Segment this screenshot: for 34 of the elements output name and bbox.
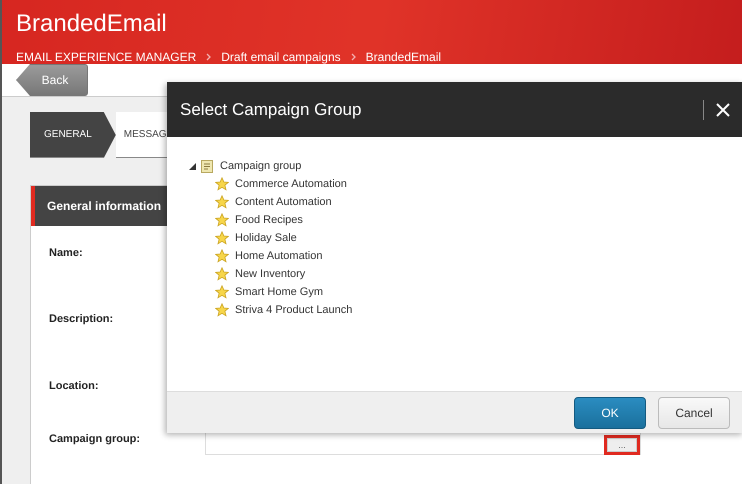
star-icon — [215, 249, 229, 263]
star-icon — [215, 285, 229, 299]
tree-item[interactable]: Content Automation — [235, 196, 332, 208]
browse-button[interactable]: ... — [607, 438, 637, 452]
breadcrumb-link[interactable]: EMAIL EXPERIENCE MANAGER — [16, 50, 196, 64]
expand-icon[interactable] — [189, 162, 196, 170]
tree-item[interactable]: New Inventory — [235, 268, 306, 280]
chevron-icon — [350, 53, 356, 61]
tree-item[interactable]: Holiday Sale — [235, 232, 297, 244]
star-icon — [215, 177, 229, 191]
chevron-icon — [206, 53, 212, 61]
cancel-button[interactable]: Cancel — [658, 396, 730, 428]
field-label: Name: — [49, 246, 84, 258]
tab[interactable]: GENERAL — [30, 112, 116, 158]
field-label: Description: — [49, 313, 114, 325]
tree-item[interactable]: Food Recipes — [235, 214, 303, 226]
star-icon — [215, 195, 229, 209]
field-label: Campaign group: — [49, 433, 142, 445]
close-icon[interactable] — [716, 102, 730, 116]
breadcrumb-link[interactable]: Draft email campaigns — [221, 50, 341, 64]
star-icon — [215, 213, 229, 227]
document-icon — [201, 160, 213, 172]
ok-button[interactable]: OK — [574, 396, 646, 428]
tree-item[interactable]: Home Automation — [235, 250, 322, 262]
breadcrumb-link[interactable]: BrandedEmail — [366, 50, 442, 64]
star-icon — [215, 303, 229, 317]
back-button[interactable]: Back — [16, 64, 88, 96]
tree-item[interactable]: Smart Home Gym — [235, 286, 324, 298]
field-label: Location: — [49, 380, 100, 392]
page-title: BrandedEmail — [16, 9, 168, 39]
star-icon — [215, 267, 229, 281]
tree-item[interactable]: Campaign group — [220, 160, 302, 172]
tree-item[interactable]: Striva 4 Product Launch — [235, 304, 352, 316]
star-icon — [215, 231, 229, 245]
